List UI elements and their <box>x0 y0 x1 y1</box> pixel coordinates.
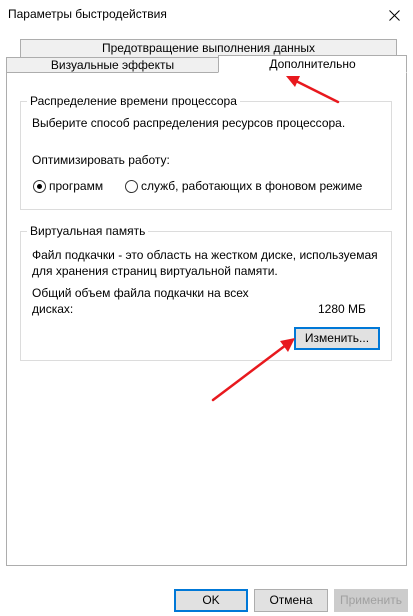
ok-button[interactable]: OK <box>174 589 248 612</box>
cancel-button[interactable]: Отмена <box>254 589 328 612</box>
annotation-arrows <box>211 76 340 402</box>
apply-button[interactable]: Применить <box>334 589 408 612</box>
arrow-to-change-button <box>211 338 295 402</box>
tab-advanced[interactable]: Дополнительно <box>218 55 407 73</box>
arrow-to-advanced-tab <box>286 76 340 104</box>
